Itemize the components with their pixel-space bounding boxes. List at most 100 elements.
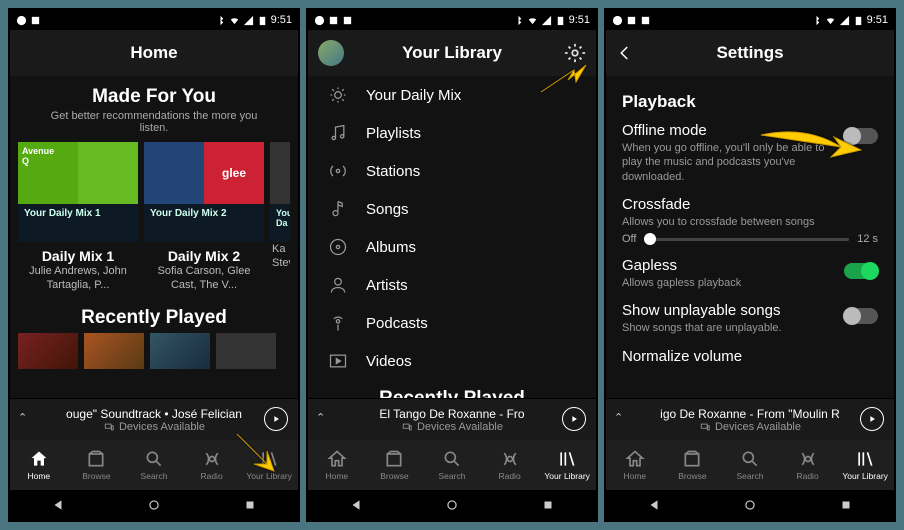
lib-item-artists[interactable]: Artists — [308, 266, 596, 304]
radio-icon — [500, 449, 520, 469]
header-library: Your Library — [308, 30, 596, 76]
devices-icon — [401, 422, 413, 432]
browse-icon — [86, 449, 106, 469]
now-playing-bar[interactable]: ⌃ igo De Roxanne - From "Moulin R Device… — [606, 398, 894, 440]
lib-item-stations[interactable]: Stations — [308, 152, 596, 190]
page-title: Your Library — [402, 43, 502, 63]
tab-radio[interactable]: Radio — [481, 440, 539, 490]
tab-home[interactable]: Home — [10, 440, 68, 490]
recently-played-row[interactable] — [10, 329, 298, 369]
tab-search[interactable]: Search — [125, 440, 183, 490]
tab-search[interactable]: Search — [721, 440, 779, 490]
recent-thumb[interactable] — [18, 333, 78, 369]
battery-icon — [555, 15, 566, 26]
nav-recent-icon[interactable] — [839, 498, 853, 512]
header-home: Home — [10, 30, 298, 76]
now-playing-bar[interactable]: ⌃ El Tango De Roxanne - Fro Devices Avai… — [308, 398, 596, 440]
home-icon — [29, 449, 49, 469]
chevron-up-icon[interactable]: ⌃ — [316, 411, 325, 424]
tab-home[interactable]: Home — [308, 440, 366, 490]
tab-library[interactable]: Your Library — [240, 440, 298, 490]
bluetooth-icon — [215, 15, 226, 26]
bluetooth-icon — [811, 15, 822, 26]
nav-home-icon[interactable] — [743, 498, 757, 512]
now-playing-track: ouge" Soundtrack • José Felician — [66, 407, 242, 421]
setting-offline[interactable]: Offline mode When you go offline, you'll… — [622, 122, 878, 184]
play-button[interactable] — [860, 407, 884, 431]
phone-home: 9:51 Home Made For You Get better recomm… — [8, 8, 300, 522]
song-icon — [328, 199, 348, 219]
offline-toggle[interactable] — [844, 128, 878, 144]
chevron-up-icon[interactable]: ⌃ — [614, 411, 623, 424]
nav-back-icon[interactable] — [51, 498, 65, 512]
browse-icon — [682, 449, 702, 469]
wifi-icon — [527, 15, 538, 26]
app-indicator-icon — [342, 15, 353, 26]
browse-icon — [384, 449, 404, 469]
android-nav — [606, 490, 894, 520]
home-content[interactable]: Made For You Get better recommendations … — [10, 76, 298, 398]
phone-library: 9:51 Your Library Your Daily Mix Playlis… — [306, 8, 598, 522]
status-bar: 9:51 — [10, 10, 298, 30]
now-playing-bar[interactable]: ⌃ ouge" Soundtrack • José Felician Devic… — [10, 398, 298, 440]
nav-recent-icon[interactable] — [541, 498, 555, 512]
crossfade-slider[interactable] — [644, 238, 849, 241]
daily-mix-card-3[interactable]: Your Da Ka Stev... — [270, 142, 290, 293]
recent-thumb[interactable] — [150, 333, 210, 369]
settings-content[interactable]: Playback Offline mode When you go offlin… — [606, 76, 894, 398]
avatar[interactable] — [318, 40, 344, 66]
sun-icon — [328, 85, 348, 105]
status-bar: 9:51 — [606, 10, 894, 30]
library-icon — [557, 449, 577, 469]
play-button[interactable] — [264, 407, 288, 431]
lib-item-videos[interactable]: Videos — [308, 342, 596, 380]
phone-settings: 9:51 Settings Playback Offline mode When… — [604, 8, 896, 522]
library-content[interactable]: Your Daily Mix Playlists Stations Songs … — [308, 76, 596, 398]
battery-icon — [853, 15, 864, 26]
android-nav — [308, 490, 596, 520]
status-time: 9:51 — [867, 14, 888, 26]
daily-mix-card-2[interactable]: glee Your Daily Mix 2 Daily Mix 2 Sofia … — [144, 142, 264, 293]
tab-browse[interactable]: Browse — [68, 440, 126, 490]
recent-thumb[interactable] — [84, 333, 144, 369]
page-title: Settings — [716, 43, 783, 63]
spotify-indicator-icon — [612, 15, 623, 26]
nav-recent-icon[interactable] — [243, 498, 257, 512]
tab-search[interactable]: Search — [423, 440, 481, 490]
chevron-up-icon[interactable]: ⌃ — [18, 411, 27, 424]
recent-thumb[interactable] — [216, 333, 276, 369]
library-icon — [855, 449, 875, 469]
tab-library[interactable]: Your Library — [538, 440, 596, 490]
gear-icon[interactable] — [564, 42, 586, 64]
tab-browse[interactable]: Browse — [664, 440, 722, 490]
tab-library[interactable]: Your Library — [836, 440, 894, 490]
unplayable-toggle[interactable] — [844, 308, 878, 324]
gapless-toggle[interactable] — [844, 263, 878, 279]
lib-item-daily-mix[interactable]: Your Daily Mix — [308, 76, 596, 114]
daily-mix-cards[interactable]: AvenueQ Your Daily Mix 1 Daily Mix 1 Jul… — [10, 142, 298, 293]
back-icon[interactable] — [616, 44, 634, 62]
setting-normalize[interactable]: Normalize volume — [622, 348, 878, 365]
artist-icon — [328, 275, 348, 295]
tab-browse[interactable]: Browse — [366, 440, 424, 490]
nav-back-icon[interactable] — [647, 498, 661, 512]
tab-radio[interactable]: Radio — [779, 440, 837, 490]
nav-back-icon[interactable] — [349, 498, 363, 512]
setting-gapless[interactable]: Gapless Allows gapless playback — [622, 257, 878, 290]
play-icon — [867, 414, 877, 424]
tab-bar: Home Browse Search Radio Your Library — [606, 440, 894, 490]
status-time: 9:51 — [271, 14, 292, 26]
lib-item-songs[interactable]: Songs — [308, 190, 596, 228]
lib-item-podcasts[interactable]: Podcasts — [308, 304, 596, 342]
setting-unplayable[interactable]: Show unplayable songs Show songs that ar… — [622, 302, 878, 335]
nav-home-icon[interactable] — [147, 498, 161, 512]
status-bar: 9:51 — [308, 10, 596, 30]
daily-mix-card-1[interactable]: AvenueQ Your Daily Mix 1 Daily Mix 1 Jul… — [18, 142, 138, 293]
nav-home-icon[interactable] — [445, 498, 459, 512]
wifi-icon — [825, 15, 836, 26]
tab-radio[interactable]: Radio — [183, 440, 241, 490]
lib-item-playlists[interactable]: Playlists — [308, 114, 596, 152]
lib-item-albums[interactable]: Albums — [308, 228, 596, 266]
play-button[interactable] — [562, 407, 586, 431]
tab-home[interactable]: Home — [606, 440, 664, 490]
